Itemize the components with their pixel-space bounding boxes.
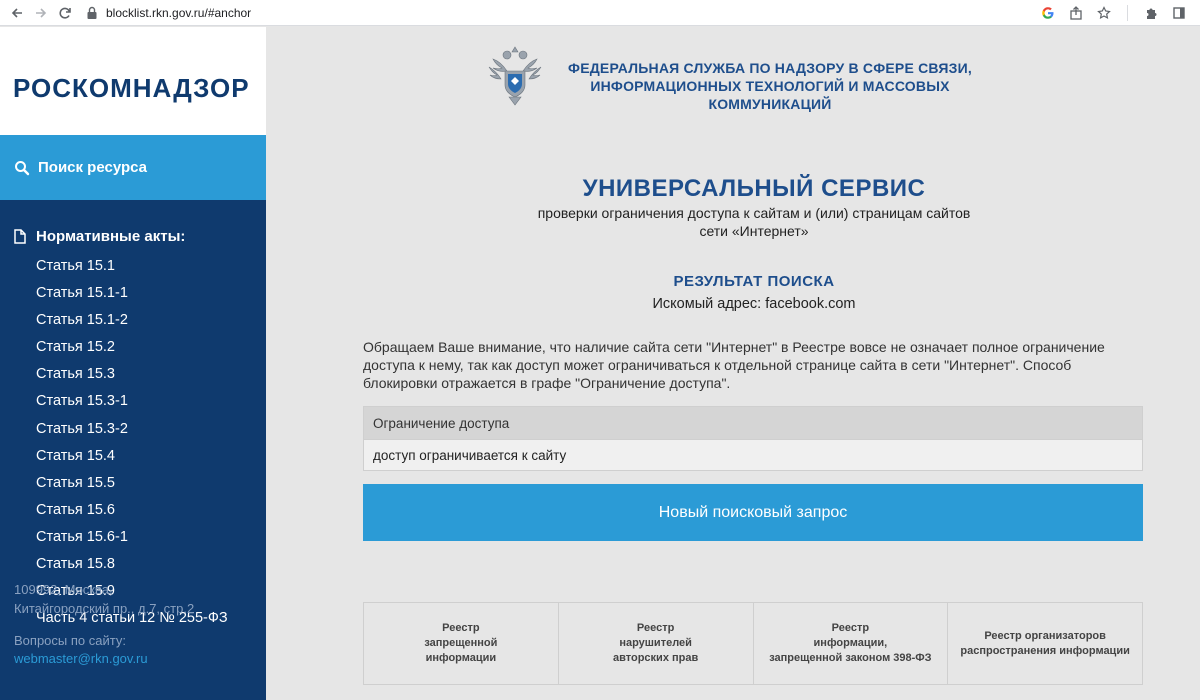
- reload-button[interactable]: [54, 2, 76, 24]
- sidebar-item-article[interactable]: Статья 15.1: [36, 257, 228, 284]
- result-notice: Обращаем Ваше внимание, что наличие сайт…: [363, 339, 1105, 391]
- sidebar-item-article[interactable]: Статья 15.3: [36, 365, 228, 392]
- service-subtitle: сети «Интернет»: [699, 223, 809, 239]
- searched-address: Искомый адрес: facebook.com: [652, 296, 856, 312]
- site-logo[interactable]: РОСКОМНАДЗОР: [13, 73, 250, 104]
- service-subtitle: проверки ограничения доступа к сайтам и …: [537, 205, 971, 221]
- registries-links: Реестр запрещенной информации Реестр нар…: [363, 602, 1143, 685]
- normative-acts-list: Статья 15.1 Статья 15.1-1 Статья 15.1-2 …: [36, 257, 228, 636]
- url-text: blocklist.rkn.gov.ru/#anchor: [106, 5, 252, 20]
- sidebar-item-article[interactable]: Статья 15.8: [36, 555, 228, 582]
- coat-of-arms-emblem: [488, 46, 542, 106]
- google-icon[interactable]: [1039, 4, 1057, 22]
- sidebar: РОСКОМНАДЗОР Поиск ресурса Нормативные а…: [0, 27, 266, 700]
- extensions-icon[interactable]: [1142, 4, 1160, 22]
- share-icon[interactable]: [1067, 4, 1085, 22]
- new-search-button[interactable]: Новый поисковый запрос: [363, 484, 1143, 541]
- search-resource-button[interactable]: Поиск ресурса: [0, 135, 266, 200]
- postal-address: 109992, Москва, Китайгородский пр., д.7,…: [14, 581, 194, 618]
- restriction-table: Ограничение доступа доступ ограничиваетс…: [363, 406, 1143, 471]
- toolbar-divider: [1127, 4, 1128, 21]
- registry-398-fz-link[interactable]: Реестр информации, запрещенной законом 3…: [754, 603, 949, 684]
- service-title: УНИВЕРСАЛЬНЫЙ СЕРВИС: [582, 175, 926, 202]
- sidebar-item-article[interactable]: Статья 15.3-2: [36, 420, 228, 447]
- sidebar-item-article[interactable]: Статья 15.2: [36, 338, 228, 365]
- webmaster-email-link[interactable]: webmaster@rkn.gov.ru: [14, 651, 148, 666]
- address-line: Китайгородский пр., д.7, стр.2: [14, 601, 195, 616]
- agency-name: ФЕДЕРАЛЬНАЯ СЛУЖБА ПО НАДЗОРУ В СФЕРЕ СВ…: [568, 60, 972, 112]
- star-icon[interactable]: [1095, 4, 1113, 22]
- sidebar-item-article[interactable]: Статья 15.4: [36, 447, 228, 474]
- sidebar-item-article[interactable]: Статья 15.1-1: [36, 284, 228, 311]
- sidebar-item-article[interactable]: Статья 15.3-1: [36, 392, 228, 419]
- search-resource-label: Поиск ресурса: [38, 159, 148, 176]
- main-content: ФЕДЕРАЛЬНАЯ СЛУЖБА ПО НАДЗОРУ В СФЕРЕ СВ…: [266, 27, 1200, 700]
- arrow-right-icon: [36, 7, 47, 18]
- sidebar-item-article[interactable]: Статья 15.5: [36, 474, 228, 501]
- sidebar-item-article[interactable]: Статья 15.1-2: [36, 311, 228, 338]
- sidebar-item-article[interactable]: Статья 15.6: [36, 501, 228, 528]
- search-result-title: РЕЗУЛЬТАТ ПОИСКА: [673, 273, 835, 290]
- registry-prohibited-info-link[interactable]: Реестр запрещенной информации: [364, 603, 559, 684]
- search-icon: [15, 160, 30, 175]
- browser-toolbar: blocklist.rkn.gov.ru/#anchor: [0, 0, 1200, 26]
- table-row: доступ ограничивается к сайту: [364, 439, 1142, 470]
- reload-icon: [59, 7, 71, 19]
- address-bar[interactable]: blocklist.rkn.gov.ru/#anchor: [86, 2, 1039, 24]
- registry-copyright-violators-link[interactable]: Реестр нарушителей авторских прав: [559, 603, 754, 684]
- logo-area: РОСКОМНАДЗОР: [0, 27, 266, 135]
- forward-button[interactable]: [30, 2, 52, 24]
- table-header: Ограничение доступа: [364, 407, 1142, 439]
- arrow-left-icon: [11, 7, 22, 18]
- normative-acts-heading: Нормативные акты:: [14, 228, 185, 245]
- lock-icon: [87, 6, 97, 19]
- questions-label: Вопросы по сайту:: [14, 633, 126, 648]
- side-panel-icon[interactable]: [1170, 4, 1188, 22]
- normative-acts-label: Нормативные акты:: [36, 228, 186, 245]
- document-icon: [14, 229, 26, 244]
- address-line: 109992, Москва,: [14, 582, 113, 597]
- back-button[interactable]: [6, 2, 28, 24]
- sidebar-item-article[interactable]: Статья 15.6-1: [36, 528, 228, 555]
- registry-info-distributors-link[interactable]: Реестр организаторов распространения инф…: [948, 603, 1142, 684]
